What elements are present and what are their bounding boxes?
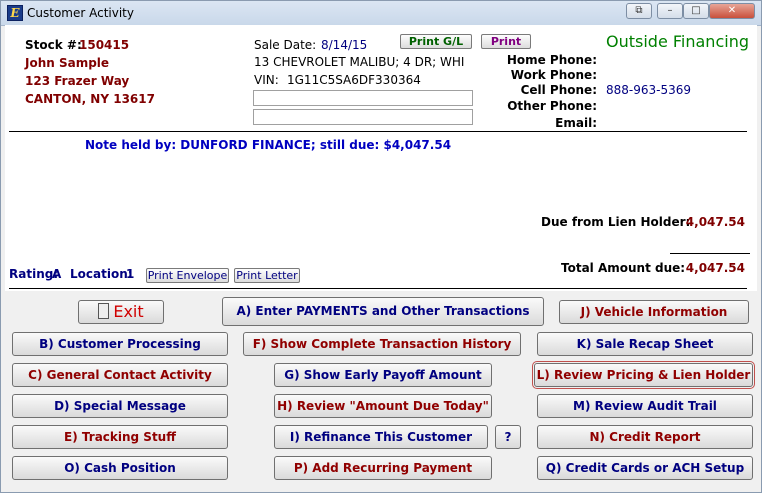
print-envelope-button[interactable]: Print Envelope [146,268,229,283]
title-bar: E Customer Activity ⧉ – □ ✕ [1,1,761,26]
financing-type: Outside Financing [606,32,749,51]
credit-cards-ach-button[interactable]: Q) Credit Cards or ACH Setup [537,456,753,480]
header-divider [9,131,747,132]
vin-label: VIN: [254,73,279,87]
email-label: Email: [555,116,597,130]
restore-layout-icon[interactable]: ⧉ [626,3,652,19]
general-contact-button[interactable]: C) General Contact Activity [12,363,228,387]
location-label: Location: [70,267,133,281]
customer-address: 123 Frazer Way [25,74,130,88]
refinance-button[interactable]: I) Refinance This Customer [274,425,488,449]
sale-date: 8/14/15 [321,38,368,52]
tracking-stuff-button[interactable]: E) Tracking Stuff [12,425,228,449]
print-gl-button[interactable]: Print G/L [400,34,472,49]
special-message-button[interactable]: D) Special Message [12,394,228,418]
due-lien-holder-amount: 4,047.54 [685,215,745,229]
enter-payments-button[interactable]: A) Enter PAYMENTS and Other Transactions [222,297,544,326]
rating-label: Rating: [9,267,59,281]
info-field-2[interactable] [253,109,473,125]
location-value: 1 [126,267,135,281]
cell-phone-label: Cell Phone: [520,83,597,97]
customer-activity-window: E Customer Activity ⧉ – □ ✕ Stock #: 150… [0,0,762,493]
vehicle-information-button[interactable]: J) Vehicle Information [559,300,749,324]
review-pricing-button[interactable]: L) Review Pricing & Lien Holder [532,361,755,389]
info-field-1[interactable] [253,90,473,106]
recurring-payment-button[interactable]: P) Add Recurring Payment [274,456,492,480]
customer-processing-button[interactable]: B) Customer Processing [12,332,228,356]
home-phone-label: Home Phone: [506,53,597,67]
minimize-button[interactable]: – [657,3,683,19]
print-button[interactable]: Print [481,34,531,49]
vin-value: 1G11C5SA6DF330364 [287,73,421,87]
print-letter-button[interactable]: Print Letter [234,268,300,283]
amount-due-today-button[interactable]: H) Review "Amount Due Today" [274,394,492,418]
exit-door-icon [98,303,110,319]
exit-button[interactable]: Exit [78,300,164,324]
note-held-by: Note held by: DUNFORD FINANCE; still due… [85,138,452,152]
vehicle-description: 13 CHEVROLET MALIBU; 4 DR; WHI [254,55,465,69]
actions-divider [9,288,747,289]
total-underline [670,253,750,254]
total-amount-due: 4,047.54 [685,261,745,275]
customer-info-panel: Stock #: 150415 John Sample 123 Frazer W… [5,25,757,291]
sale-recap-button[interactable]: K) Sale Recap Sheet [537,332,753,356]
cell-phone-value: 888-963-5369 [606,83,692,97]
exit-label: Exit [113,302,144,321]
window-title: Customer Activity [27,6,134,20]
maximize-button[interactable]: □ [683,3,709,19]
close-button[interactable]: ✕ [709,3,755,19]
stock-label: Stock #: [25,38,82,52]
credit-report-button[interactable]: N) Credit Report [537,425,753,449]
sale-date-label: Sale Date: [254,38,317,52]
rating-value: A [52,267,62,281]
work-phone-label: Work Phone: [510,68,597,82]
customer-city-state-zip: CANTON, NY 13617 [25,92,155,106]
app-logo-icon: E [7,5,23,21]
help-button[interactable]: ? [495,425,521,449]
stock-number: 150415 [79,38,130,52]
cash-position-button[interactable]: O) Cash Position [12,456,228,480]
early-payoff-button[interactable]: G) Show Early Payoff Amount [274,363,492,387]
transaction-history-button[interactable]: F) Show Complete Transaction History [243,332,521,356]
audit-trail-button[interactable]: M) Review Audit Trail [537,394,753,418]
customer-name: John Sample [25,56,110,70]
other-phone-label: Other Phone: [507,99,597,113]
